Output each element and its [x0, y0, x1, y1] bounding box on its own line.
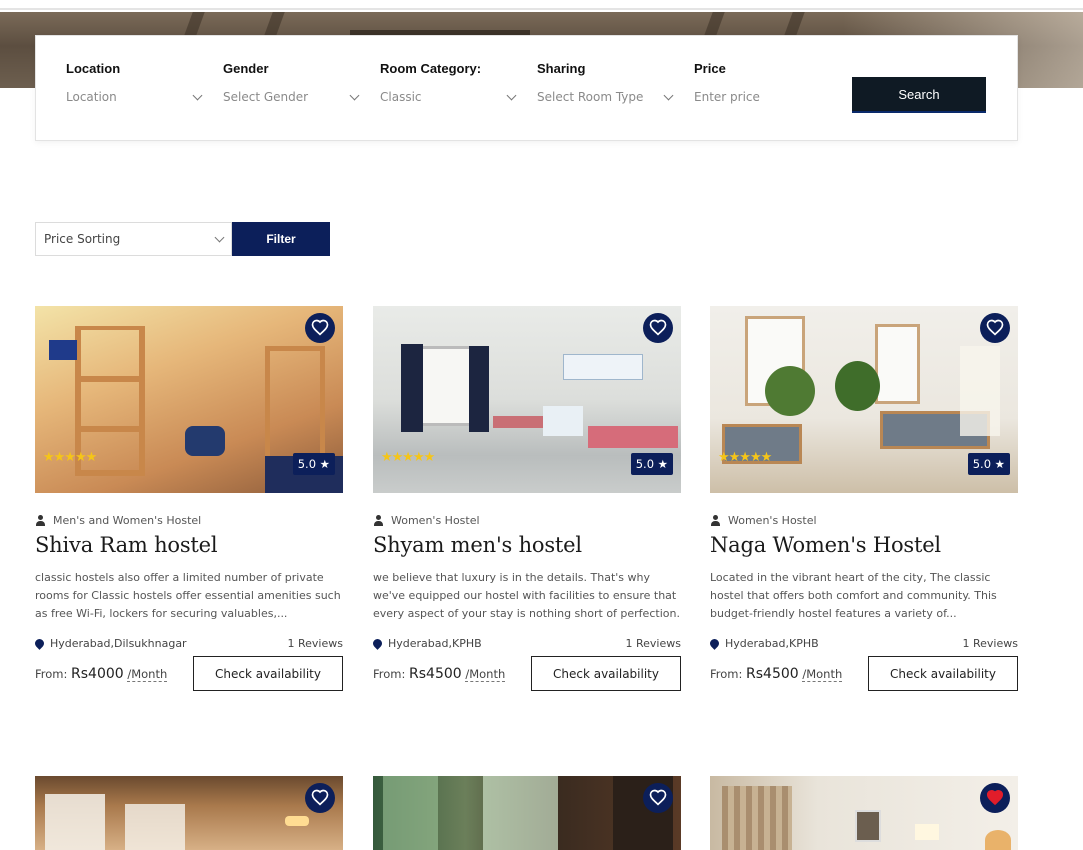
- price-label: Price: [694, 61, 726, 76]
- hostel-card: [35, 776, 343, 850]
- location-pin-icon: [33, 637, 46, 650]
- check-availability-button[interactable]: Check availability: [868, 656, 1018, 691]
- price-period: /Month: [465, 666, 506, 682]
- chevron-down-icon: [506, 90, 517, 100]
- hostel-photo[interactable]: ★★★★★ 5.0 ★: [35, 306, 343, 493]
- favorite-button[interactable]: [643, 313, 673, 343]
- price-amount: Rs4000: [71, 665, 124, 682]
- rating-badge: 5.0 ★: [630, 453, 673, 475]
- filter-button[interactable]: Filter: [232, 222, 330, 256]
- person-icon: [373, 515, 384, 526]
- location-label: Location: [66, 61, 121, 76]
- heart-icon: [311, 319, 329, 336]
- hostel-card: ★★★★★ 5.0 ★ Men's and Women's Hostel Shi…: [33, 306, 343, 691]
- hostel-type: Men's and Women's Hostel: [53, 514, 202, 527]
- heart-icon: [986, 319, 1004, 336]
- hostel-card: ★★★★★ 5.0 ★ Women's Hostel Naga Women's …: [708, 306, 1018, 691]
- search-button[interactable]: Search: [852, 77, 986, 113]
- chevron-down-icon: [214, 232, 225, 242]
- favorite-button[interactable]: [305, 783, 335, 813]
- hostel-card: ★★★★★ 5.0 ★ Women's Hostel Shyam men's h…: [371, 306, 681, 691]
- heart-icon: [649, 319, 667, 336]
- sharing-label: Sharing: [537, 61, 586, 76]
- hostel-title[interactable]: Naga Women's Hostel: [710, 533, 1018, 557]
- location-field[interactable]: Location Location: [66, 61, 203, 104]
- gender-select[interactable]: Select Gender: [223, 90, 308, 104]
- room-category-label: Room Category:: [380, 61, 482, 76]
- hostel-location: Hyderabad,KPHB: [725, 637, 819, 650]
- sharing-select[interactable]: Select Room Type: [537, 90, 643, 104]
- hostel-photo[interactable]: [35, 776, 343, 850]
- hostel-description: Located in the vibrant heart of the city…: [710, 571, 997, 620]
- check-availability-button[interactable]: Check availability: [531, 656, 681, 691]
- heart-icon: [311, 789, 329, 806]
- price-input[interactable]: Enter price: [694, 90, 760, 104]
- favorite-button[interactable]: [980, 783, 1010, 813]
- price-amount: Rs4500: [409, 665, 462, 682]
- sharing-field[interactable]: Sharing Select Room Type: [537, 61, 674, 104]
- hostel-photo[interactable]: ★★★★★ 5.0 ★: [710, 306, 1018, 493]
- price-info: From: Rs4500 /Month: [710, 665, 843, 682]
- top-border: [0, 0, 1083, 10]
- hostel-description: classic hostels also offer a limited num…: [35, 571, 341, 620]
- person-icon: [710, 515, 721, 526]
- chevron-down-icon: [349, 90, 360, 100]
- hostel-title[interactable]: Shyam men's hostel: [373, 533, 681, 557]
- star-rating: ★★★★★: [43, 450, 97, 465]
- room-category-field[interactable]: Room Category: Classic: [380, 61, 517, 104]
- review-count: 1 Reviews: [625, 637, 681, 650]
- favorite-button[interactable]: [643, 783, 673, 813]
- chevron-down-icon: [192, 90, 203, 100]
- location-pin-icon: [371, 637, 384, 650]
- person-icon: [35, 515, 46, 526]
- hostel-photo[interactable]: [373, 776, 681, 850]
- review-count: 1 Reviews: [287, 637, 343, 650]
- review-count: 1 Reviews: [962, 637, 1018, 650]
- hostel-location: Hyderabad,KPHB: [388, 637, 482, 650]
- search-panel: Location Location Gender Select Gender R…: [35, 35, 1018, 141]
- price-sorting-select[interactable]: Price Sorting: [35, 222, 232, 256]
- price-period: /Month: [127, 666, 168, 682]
- sort-value: Price Sorting: [44, 232, 121, 246]
- favorite-button[interactable]: [980, 313, 1010, 343]
- price-period: /Month: [802, 666, 843, 682]
- hostel-type: Women's Hostel: [728, 514, 817, 527]
- price-info: From: Rs4000 /Month: [35, 665, 168, 682]
- hostel-description: we believe that luxury is in the details…: [373, 571, 680, 620]
- gender-label: Gender: [223, 61, 269, 76]
- room-category-select[interactable]: Classic: [380, 90, 422, 104]
- hostel-card: [373, 776, 681, 850]
- hostel-photo[interactable]: ★★★★★ 5.0 ★: [373, 306, 681, 493]
- price-amount: Rs4500: [746, 665, 799, 682]
- hostel-photo[interactable]: [710, 776, 1018, 850]
- check-availability-button[interactable]: Check availability: [193, 656, 343, 691]
- rating-badge: 5.0 ★: [967, 453, 1010, 475]
- favorite-button[interactable]: [305, 313, 335, 343]
- hostel-card: [710, 776, 1018, 850]
- location-select[interactable]: Location: [66, 90, 117, 104]
- star-rating: ★★★★★: [718, 450, 772, 465]
- chevron-down-icon: [663, 90, 674, 100]
- location-pin-icon: [708, 637, 721, 650]
- heart-icon: [986, 789, 1004, 806]
- hostel-title[interactable]: Shiva Ram hostel: [35, 533, 343, 557]
- price-info: From: Rs4500 /Month: [373, 665, 506, 682]
- hostel-type: Women's Hostel: [391, 514, 480, 527]
- gender-field[interactable]: Gender Select Gender: [223, 61, 360, 104]
- heart-icon: [649, 789, 667, 806]
- star-rating: ★★★★★: [381, 450, 435, 465]
- hostel-location: Hyderabad,Dilsukhnagar: [50, 637, 187, 650]
- price-field[interactable]: Price Enter price: [694, 61, 829, 104]
- rating-badge: 5.0 ★: [292, 453, 335, 475]
